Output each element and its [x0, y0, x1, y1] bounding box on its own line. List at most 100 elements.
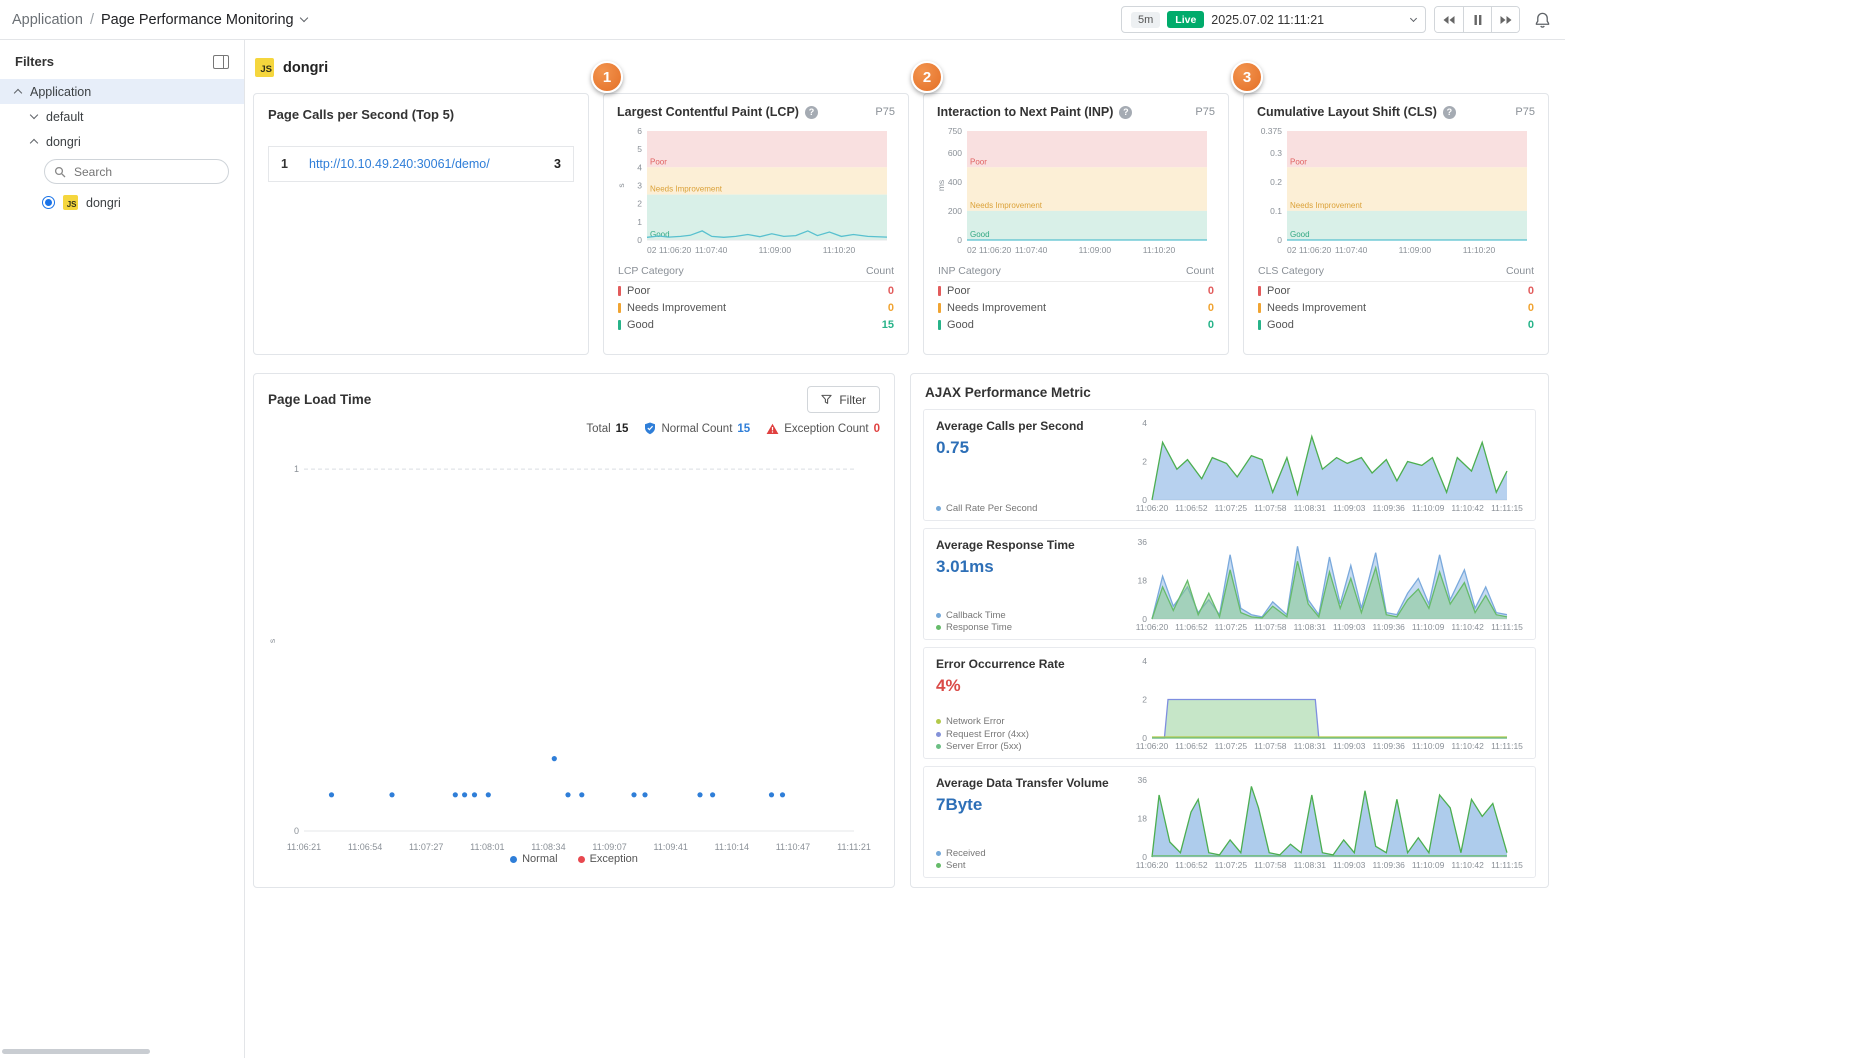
- js-badge: JS: [63, 195, 78, 210]
- page-url-link[interactable]: http://10.10.49.240:30061/demo/: [309, 157, 544, 171]
- pause-button[interactable]: [1463, 7, 1491, 32]
- lcp-chart[interactable]: Poor Needs Improvement Good 0 1 2 3 4 5 6 02 11:06…: [616, 126, 895, 256]
- svg-text:Needs Improvement: Needs Improvement: [1290, 201, 1363, 210]
- svg-text:11:09:03: 11:09:03: [1333, 503, 1366, 513]
- svg-text:11:10:42: 11:10:42: [1451, 622, 1484, 632]
- ajax-panel-error-rate: Error Occurrence Rate 4% Network Error R…: [923, 647, 1536, 759]
- radio-selected-icon[interactable]: [42, 196, 55, 209]
- svg-text:11:07:25: 11:07:25: [1215, 503, 1248, 513]
- category-color-bar: [938, 285, 941, 296]
- help-icon[interactable]: [804, 105, 818, 119]
- tree-item-default[interactable]: default: [0, 104, 244, 129]
- tree-item-label: Application: [30, 84, 92, 99]
- step-badge-1: 1: [591, 61, 623, 93]
- datetime-value: 2025.07.02 11:11:21: [1211, 12, 1325, 27]
- svg-text:11:11:21: 11:11:21: [837, 842, 871, 852]
- svg-text:18: 18: [1138, 814, 1148, 824]
- category-table-header: CLS Category Count: [1257, 260, 1535, 282]
- svg-text:11:09:36: 11:09:36: [1372, 860, 1405, 870]
- time-range-badge: 5m: [1131, 11, 1161, 28]
- horizontal-scrollbar-thumb[interactable]: [2, 1049, 150, 1054]
- tree-search-input[interactable]: [72, 163, 202, 180]
- legend-label: Normal: [522, 853, 558, 865]
- svg-text:11:06:52: 11:06:52: [1175, 741, 1208, 751]
- category-label: Good: [1267, 318, 1294, 331]
- exception-count-stat: Exception Count 0: [766, 423, 880, 435]
- cls-title: Cumulative Layout Shift (CLS): [1257, 105, 1437, 119]
- exception-count-value: 0: [873, 422, 880, 435]
- svg-text:11:06:54: 11:06:54: [348, 842, 382, 852]
- legend-dot: [936, 625, 941, 630]
- collapse-panel-icon: [213, 54, 229, 69]
- rewind-button[interactable]: [1435, 7, 1463, 32]
- search-icon: [54, 166, 66, 177]
- error-rate-chart[interactable]: 0 2 4 11:06:20 11:06:52 11:07:25 11:07:58 11:08…: [1124, 656, 1525, 752]
- page-calls-row: 1 http://10.10.49.240:30061/demo/ 3: [268, 146, 574, 182]
- playback-controls: [1434, 6, 1520, 33]
- cls-chart[interactable]: Poor Needs Improvement Good 0 0.1 0.2 0.3 0.375…: [1257, 126, 1535, 256]
- legend-label: Response Time: [946, 622, 1013, 633]
- legend-label: Sent: [946, 860, 966, 871]
- svg-text:s: s: [616, 183, 626, 187]
- svg-text:2: 2: [1142, 695, 1147, 705]
- svg-text:200: 200: [948, 206, 962, 216]
- data-transfer-chart[interactable]: 0 18 36 11:06:20 11:06:52 11:07:25 11:07:58 11:…: [1124, 775, 1525, 871]
- percentile-label: P75: [1515, 106, 1535, 118]
- topbar-controls: 5m Live 2025.07.02 11:11:21: [1121, 6, 1553, 33]
- svg-text:11:10:20: 11:10:20: [1463, 245, 1496, 255]
- category-header: CLS Category: [1258, 265, 1324, 277]
- svg-text:4: 4: [1142, 418, 1147, 428]
- collapse-sidebar-button[interactable]: [213, 54, 229, 69]
- svg-text:0.1: 0.1: [1270, 206, 1282, 216]
- svg-text:11:07:58: 11:07:58: [1254, 741, 1287, 751]
- chevron-down-icon: [1409, 14, 1418, 22]
- calls-per-second-chart[interactable]: 0 2 4 11:06:20 11:06:52 11:07:25 11:07:58 11:08…: [1124, 418, 1525, 514]
- chevron-down-icon[interactable]: [299, 13, 308, 23]
- svg-text:11:10:42: 11:10:42: [1451, 741, 1484, 751]
- breadcrumb-current[interactable]: Page Performance Monitoring: [101, 12, 294, 28]
- help-icon[interactable]: [1442, 105, 1456, 119]
- application-title: dongri: [283, 59, 329, 76]
- filter-button[interactable]: Filter: [807, 386, 880, 413]
- agent-item-dongri[interactable]: JS dongri: [0, 189, 244, 216]
- category-count: 0: [1527, 301, 1534, 314]
- filter-button-label: Filter: [839, 392, 866, 407]
- inp-chart[interactable]: Poor Needs Improvement Good 0 200 400 600 750 02…: [936, 126, 1215, 256]
- response-time-chart[interactable]: 0 18 36 11:06:20 11:06:52 11:07:25 11:07:58 11:…: [1124, 537, 1525, 633]
- svg-text:11:08:31: 11:08:31: [1294, 622, 1327, 632]
- tree-item-dongri[interactable]: dongri: [0, 129, 244, 154]
- category-row: Good 0: [937, 316, 1215, 333]
- svg-text:11:11:15: 11:11:15: [1491, 503, 1523, 513]
- category-label: Poor: [1267, 284, 1291, 297]
- svg-text:ms: ms: [936, 180, 946, 191]
- page-calls-card: Page Calls per Second (Top 5) 1 http://1…: [253, 93, 589, 355]
- svg-text:11:10:42: 11:10:42: [1451, 503, 1484, 513]
- legend-dot: [936, 744, 941, 749]
- svg-text:11:08:34: 11:08:34: [531, 842, 565, 852]
- tree-item-label: dongri: [46, 134, 81, 149]
- tree-item-application[interactable]: Application: [0, 79, 244, 104]
- page-load-scatter-chart[interactable]: 0 1 11:06:21 11:06:54 11:07:27 11:08:01 11:08:…: [267, 435, 880, 853]
- exception-count-label: Exception Count: [784, 422, 869, 435]
- count-header: Count: [1185, 265, 1214, 277]
- step-badge-3: 3: [1231, 61, 1263, 93]
- category-label: Poor: [947, 284, 971, 297]
- svg-text:1: 1: [294, 464, 299, 474]
- category-row: Needs Improvement 0: [617, 299, 895, 316]
- legend-item: Exception: [577, 853, 638, 865]
- notifications-button[interactable]: [1532, 9, 1553, 31]
- time-range-control[interactable]: 5m Live 2025.07.02 11:11:21: [1121, 6, 1426, 33]
- panel-title: Error Occurrence Rate: [936, 657, 1065, 671]
- inp-title: Interaction to Next Paint (INP): [937, 105, 1114, 119]
- sidebar-title: Filters: [15, 54, 55, 69]
- breadcrumb-root[interactable]: Application: [12, 12, 83, 28]
- svg-text:11:10:09: 11:10:09: [1412, 741, 1445, 751]
- cls-card: 3 Cumulative Layout Shift (CLS) P75 Poor…: [1231, 61, 1549, 355]
- warning-triangle-icon: [766, 423, 779, 434]
- svg-text:11:07:25: 11:07:25: [1215, 860, 1248, 870]
- legend-label: Exception: [589, 853, 638, 865]
- fast-forward-button[interactable]: [1491, 7, 1519, 32]
- category-color-bar: [1258, 319, 1261, 330]
- help-icon[interactable]: [1119, 105, 1133, 119]
- page-calls-title: Page Calls per Second (Top 5): [268, 107, 455, 122]
